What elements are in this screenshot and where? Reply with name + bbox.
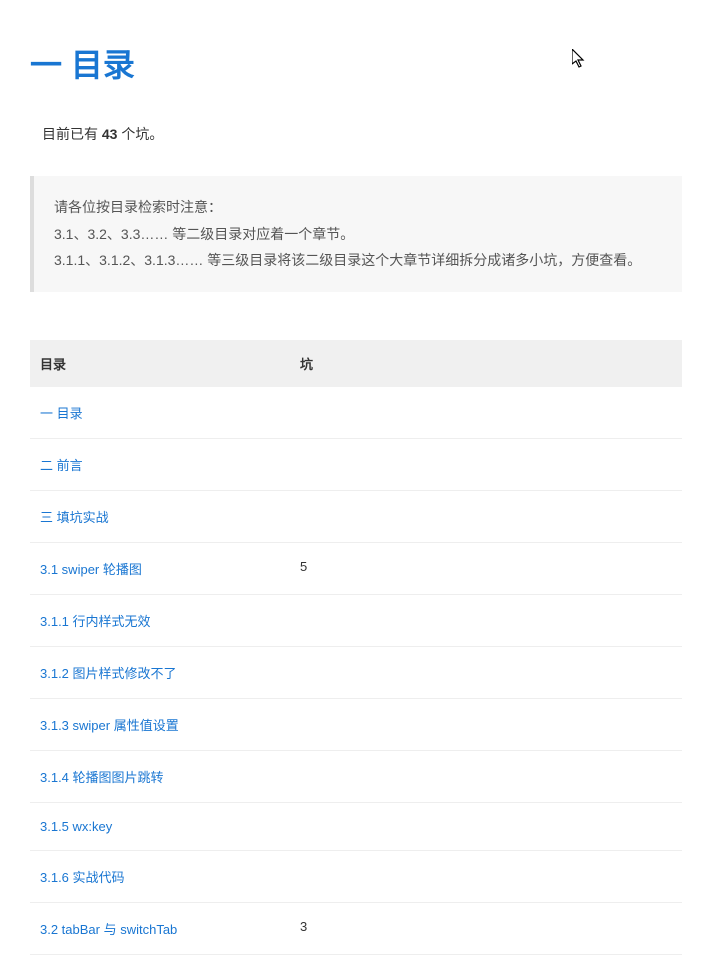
notice-box: 请各位按目录检索时注意： 3.1、3.2、3.3…… 等二级目录对应着一个章节。…	[30, 176, 682, 292]
table-header-count: 坑	[290, 340, 682, 387]
toc-link[interactable]: 一 目录	[40, 406, 83, 421]
count-cell: 5	[290, 542, 682, 594]
toc-cell: 一 目录	[30, 387, 290, 439]
toc-cell: 3.1.6 实战代码	[30, 850, 290, 902]
count-cell	[290, 698, 682, 750]
toc-link[interactable]: 3.1.2 图片样式修改不了	[40, 666, 177, 681]
toc-cell: 3.1 swiper 轮播图	[30, 542, 290, 594]
intro-count: 43	[102, 126, 118, 142]
table-row: 3.1.4 轮播图图片跳转	[30, 750, 682, 802]
toc-link[interactable]: 3.1.4 轮播图图片跳转	[40, 770, 164, 785]
count-cell	[290, 646, 682, 698]
table-row: 二 前言	[30, 438, 682, 490]
table-row: 一 目录	[30, 387, 682, 439]
toc-table: 目录 坑 一 目录二 前言三 填坑实战 3.1 swiper 轮播图 5 3.1.1 …	[30, 340, 682, 955]
intro-prefix: 目前已有	[42, 126, 102, 142]
toc-cell: 3.1.5 wx:key	[30, 802, 290, 850]
toc-cell: 三 填坑实战	[30, 490, 290, 542]
table-row: 3.1.2 图片样式修改不了	[30, 646, 682, 698]
toc-link[interactable]: 3.1 swiper 轮播图	[40, 562, 142, 577]
count-cell	[290, 490, 682, 542]
count-cell	[290, 594, 682, 646]
count-cell: 3	[290, 902, 682, 954]
count-cell	[290, 750, 682, 802]
notice-line-1: 请各位按目录检索时注意：	[54, 194, 662, 221]
toc-link[interactable]: 3.2 tabBar 与 switchTab	[40, 922, 177, 937]
count-cell	[290, 438, 682, 490]
toc-link[interactable]: 3.1.6 实战代码	[40, 870, 125, 885]
table-row: 3.1.5 wx:key	[30, 802, 682, 850]
notice-line-3: 3.1.1、3.1.2、3.1.3…… 等三级目录将该二级目录这个大章节详细拆分…	[54, 247, 662, 274]
count-cell	[290, 850, 682, 902]
intro-suffix: 个坑。	[117, 126, 163, 142]
toc-link[interactable]: 3.1.3 swiper 属性值设置	[40, 718, 179, 733]
notice-line-2: 3.1、3.2、3.3…… 等二级目录对应着一个章节。	[54, 221, 662, 248]
toc-link[interactable]: 3.1.1 行内样式无效	[40, 614, 151, 629]
toc-cell: 3.1.1 行内样式无效	[30, 594, 290, 646]
count-cell	[290, 387, 682, 439]
table-row: 三 填坑实战	[30, 490, 682, 542]
count-cell	[290, 802, 682, 850]
toc-cell: 二 前言	[30, 438, 290, 490]
table-row: 3.1.3 swiper 属性值设置	[30, 698, 682, 750]
toc-cell: 3.1.3 swiper 属性值设置	[30, 698, 290, 750]
toc-link[interactable]: 二 前言	[40, 458, 83, 473]
toc-cell: 3.1.2 图片样式修改不了	[30, 646, 290, 698]
table-row: 3.1.6 实战代码	[30, 850, 682, 902]
toc-cell: 3.2 tabBar 与 switchTab	[30, 902, 290, 954]
table-row: 3.2 tabBar 与 switchTab 3	[30, 902, 682, 954]
table-header-row: 目录 坑	[30, 340, 682, 387]
toc-link[interactable]: 3.1.5 wx:key	[40, 819, 112, 834]
intro-text: 目前已有 43 个坑。	[42, 124, 682, 144]
table-row: 3.1.1 行内样式无效	[30, 594, 682, 646]
page-title: 一 目录	[30, 40, 682, 86]
table-row: 3.1 swiper 轮播图 5	[30, 542, 682, 594]
toc-cell: 3.1.4 轮播图图片跳转	[30, 750, 290, 802]
table-header-toc: 目录	[30, 340, 290, 387]
toc-link[interactable]: 三 填坑实战	[40, 510, 109, 525]
